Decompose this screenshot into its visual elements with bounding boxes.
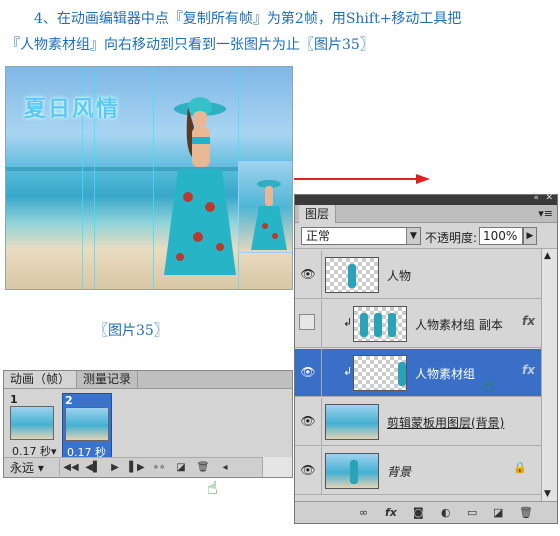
instruction-line-2: 『人物素材组』向右移动到只看到一张图片为止〖图片35〗 <box>6 37 374 53</box>
tab-measurement-log[interactable]: 测量记录 <box>77 371 139 388</box>
delete-layer-icon[interactable]: 🗑 <box>519 506 533 519</box>
tab-animation-frames[interactable]: 动画（帧） <box>4 371 78 388</box>
play-icon[interactable]: ▶ <box>104 462 126 473</box>
layer-thumbnail <box>325 404 379 440</box>
panel-menu-icon[interactable]: ▾≡ <box>538 207 553 220</box>
animation-toolbar: 永远 ▾ ◀◀ ◀▌ ▶ ▌▶ ∘∘ ◪ 🗑 ◂ <box>4 457 292 477</box>
next-frame-icon[interactable]: ▌▶ <box>126 462 148 473</box>
canvas-preview: 夏日风情 <box>5 66 293 290</box>
title-art: 夏日风情 <box>24 97 121 122</box>
layer-thumbnail <box>325 257 379 293</box>
frame-number: 2 <box>65 394 73 407</box>
duplicate-frame-icon[interactable]: ◪ <box>170 462 192 473</box>
fx-style-icon[interactable]: fx <box>385 506 397 519</box>
red-arrow <box>294 178 418 180</box>
layer-name: 人物素材组 副本 <box>415 318 503 332</box>
panel-titlebar: « ✕ <box>295 193 557 205</box>
tab-layers[interactable]: 图层 <box>299 205 337 223</box>
add-mask-icon[interactable]: ◙ <box>413 506 424 519</box>
layer-options: 正常 ▼ 不透明度: 100% ▶ <box>295 223 557 249</box>
frame-thumbnail <box>65 407 109 441</box>
eye-icon[interactable]: 👁 <box>299 461 317 479</box>
frames-scrollbar[interactable] <box>262 457 292 477</box>
clip-arrow-icon: ↲ <box>343 365 353 378</box>
instruction-text: 4、在动画编辑器中点『复制所有帧』为第2帧，用Shift+移动工具把 『人物素材… <box>6 6 556 58</box>
layer-row-background[interactable]: 👁 背景 🔒 <box>295 447 557 495</box>
close-icon[interactable]: ✕ <box>545 193 553 203</box>
scroll-up-icon[interactable]: ▲ <box>544 251 551 261</box>
clip-arrow-icon: ↲ <box>343 316 353 329</box>
layer-thumbnail <box>325 453 379 489</box>
scroll-left-icon[interactable]: ◂ <box>214 462 236 473</box>
layer-row-person-group[interactable]: 👁 ↲ 人物素材组 fx ▼ <box>295 349 557 397</box>
girl-figure <box>164 97 236 275</box>
layers-footer: ∞ fx ◙ ◐ ▭ ◪ 🗑 <box>295 501 557 523</box>
scroll-down-icon[interactable]: ▼ <box>544 489 551 499</box>
animation-tabs: 动画（帧） 测量记录 <box>4 371 292 389</box>
visibility-toggle-empty[interactable] <box>299 314 315 330</box>
instruction-line-1: 4、在动画编辑器中点『复制所有帧』为第2帧，用Shift+移动工具把 <box>34 11 462 27</box>
opacity-label: 不透明度: <box>425 231 478 245</box>
layer-name: 人物素材组 <box>415 367 476 381</box>
layer-row-person-group-copy[interactable]: ↲ 人物素材组 副本 fx ▼ <box>295 300 557 348</box>
inset-image <box>238 161 292 253</box>
hand-cursor-icon: ☝ <box>483 376 494 397</box>
layer-row-clip-mask-background[interactable]: 👁 剪辑蒙板用图层(背景) <box>295 398 557 446</box>
animation-frame-2[interactable]: 2 0.17 秒▾ <box>62 393 112 473</box>
fx-icon[interactable]: fx <box>522 314 535 328</box>
prev-frame-icon[interactable]: ◀▌ <box>82 462 104 473</box>
layer-row-person[interactable]: 👁 人物 <box>295 251 557 299</box>
layer-name: 剪辑蒙板用图层(背景) <box>387 416 505 430</box>
opacity-input[interactable]: 100% <box>479 227 523 245</box>
tween-icon[interactable]: ∘∘ <box>148 462 170 473</box>
collapse-icon[interactable]: « <box>533 193 539 203</box>
frame-thumbnail <box>10 406 54 440</box>
animation-panel: 动画（帧） 测量记录 1 0.17 秒▾ 2 0.17 秒▾ 永远 ▾ ◀◀ ◀… <box>3 370 293 478</box>
layer-thumbnail <box>353 355 407 391</box>
frame-number: 1 <box>10 393 18 406</box>
layer-thumbnail <box>353 306 407 342</box>
lock-icon: 🔒 <box>513 461 527 474</box>
layers-header: 图层 ▾≡ <box>295 205 557 223</box>
fx-icon[interactable]: fx <box>522 363 535 377</box>
layers-panel: « ✕ 图层 ▾≡ 正常 ▼ 不透明度: 100% ▶ 👁 人物 ↲ 人物素材组… <box>294 193 558 524</box>
guide-line <box>153 67 154 289</box>
first-frame-icon[interactable]: ◀◀ <box>60 462 82 473</box>
blend-mode-select[interactable]: 正常 ▼ <box>301 227 421 245</box>
blend-mode-value: 正常 <box>306 229 331 243</box>
animation-frame-1[interactable]: 1 0.17 秒▾ <box>8 393 58 459</box>
adjustment-layer-icon[interactable]: ◐ <box>441 506 451 519</box>
delete-frame-icon[interactable]: 🗑 <box>192 462 214 473</box>
loop-select[interactable]: 永远 ▾ <box>4 459 60 476</box>
layer-name: 背景 <box>387 465 412 479</box>
opacity-slider-icon[interactable]: ▶ <box>523 227 537 245</box>
eye-icon[interactable]: 👁 <box>299 412 317 430</box>
new-group-icon[interactable]: ▭ <box>467 506 477 519</box>
eye-icon[interactable]: 👁 <box>299 363 317 381</box>
chevron-down-icon[interactable]: ▼ <box>406 228 420 244</box>
red-arrow-head <box>416 174 430 184</box>
layer-name: 人物 <box>387 269 412 283</box>
eye-icon[interactable]: 👁 <box>299 265 317 283</box>
link-layers-icon[interactable]: ∞ <box>359 506 368 519</box>
figure-caption: 〖图片35〗 <box>94 323 168 339</box>
new-layer-icon[interactable]: ◪ <box>493 506 503 519</box>
layers-scrollbar[interactable]: ▲ ▼ <box>541 249 557 501</box>
hand-cursor-icon: ☝ <box>207 478 218 499</box>
